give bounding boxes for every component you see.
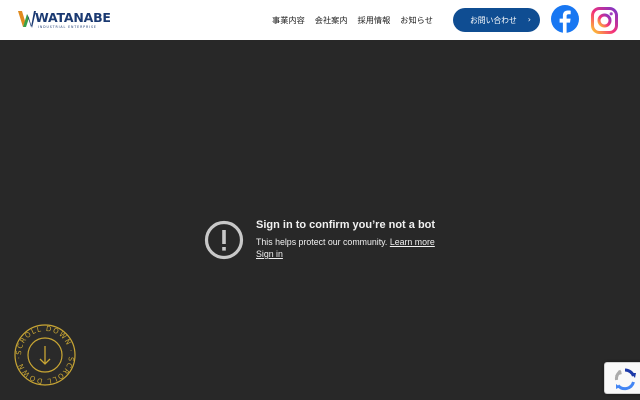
logo-wordmark: WATANABE (35, 10, 111, 25)
nav-item-news[interactable]: お知らせ (400, 14, 433, 26)
instagram-icon[interactable] (591, 7, 618, 34)
scroll-down-badge[interactable]: SCROLL DOWN · SCROLL DOWN · (14, 324, 76, 386)
message-body: This helps protect our community. Learn … (256, 237, 435, 247)
message-body-text: This helps protect our community. (256, 237, 388, 247)
message-title: Sign in to confirm you’re not a bot (256, 219, 436, 231)
alert-circle-icon (204, 220, 244, 260)
nav-item-company[interactable]: 会社案内 (315, 14, 348, 26)
bot-check-message: Sign in to confirm you’re not a bot This… (204, 219, 464, 269)
recaptcha-icon (614, 368, 636, 391)
nav-item-recruit[interactable]: 採用情報 (358, 14, 391, 26)
logo-mark-icon (18, 11, 36, 28)
facebook-icon[interactable] (551, 5, 579, 33)
nav-item-business[interactable]: 事業内容 (272, 14, 305, 26)
contact-button[interactable]: お問い合わせ › (453, 8, 540, 32)
sign-in-link[interactable]: Sign in (256, 249, 283, 259)
logo-tagline: INDUSTRIAL ENTERPRISE (38, 25, 97, 29)
site-header: WATANABE INDUSTRIAL ENTERPRISE 事業内容 会社案内… (0, 0, 640, 40)
recaptcha-badge[interactable] (604, 362, 640, 394)
watanabe-logo[interactable]: WATANABE INDUSTRIAL ENTERPRISE (18, 10, 112, 30)
contact-button-label: お問い合わせ (470, 15, 517, 25)
chevron-right-icon: › (527, 15, 531, 24)
main-nav: 事業内容 会社案内 採用情報 お知らせ (272, 14, 433, 26)
learn-more-link[interactable]: Learn more (390, 237, 435, 247)
